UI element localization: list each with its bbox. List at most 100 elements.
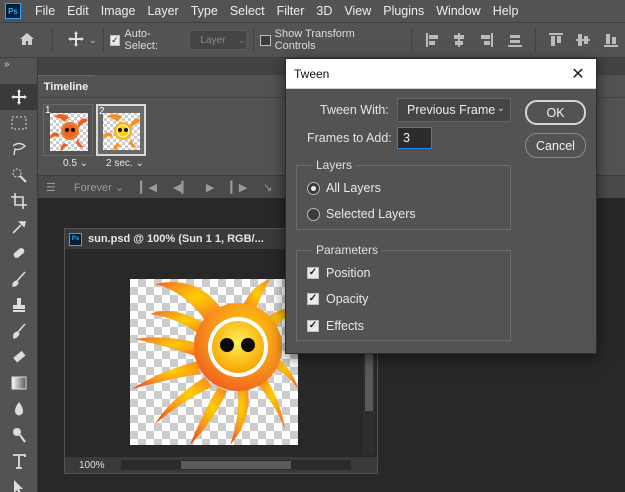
align-bottom-icon[interactable] xyxy=(506,31,524,49)
tween-with-label: Tween With: xyxy=(320,103,389,117)
all-layers-radio[interactable] xyxy=(307,181,320,195)
move-tool-icon[interactable] xyxy=(0,84,38,110)
menu-plugins[interactable]: Plugins xyxy=(377,0,430,22)
menu-image[interactable]: Image xyxy=(95,0,142,22)
collapse-arrows-icon[interactable]: » xyxy=(0,58,37,84)
menu-edit[interactable]: Edit xyxy=(61,0,95,22)
position-label: Position xyxy=(326,266,371,280)
menu-3d[interactable]: 3D xyxy=(310,0,338,22)
clone-stamp-tool-icon[interactable] xyxy=(0,292,38,318)
brush-tool-icon[interactable] xyxy=(0,266,38,292)
sun-artwork xyxy=(132,279,298,445)
canvas[interactable] xyxy=(130,279,298,445)
selected-layers-option[interactable]: Selected Layers xyxy=(307,207,416,221)
options-bar: ⌄ ✓ Auto-Select: Layer ⌄ Show Transform … xyxy=(0,22,625,58)
zoom-level[interactable]: 100% xyxy=(79,460,119,471)
frame-delay-dropdown[interactable]: 2 sec. ⌄ xyxy=(106,158,144,169)
menu-filter[interactable]: Filter xyxy=(271,0,311,22)
crop-tool-icon[interactable] xyxy=(0,188,38,214)
menu-layer[interactable]: Layer xyxy=(141,0,184,22)
auto-select-target-value: Layer xyxy=(200,34,226,46)
marquee-tool-icon[interactable] xyxy=(0,110,38,136)
blur-tool-icon[interactable] xyxy=(0,396,38,422)
align-center-icon[interactable] xyxy=(451,31,469,49)
menu-file[interactable]: File xyxy=(29,0,61,22)
frames-to-add-input[interactable]: 3 xyxy=(397,127,432,149)
status-bar: 100% xyxy=(65,457,377,473)
layers-group-title: Layers xyxy=(312,158,357,172)
history-brush-tool-icon[interactable] xyxy=(0,318,38,344)
document-title: sun.psd @ 100% (Sun 1 1, RGB/... xyxy=(88,233,264,245)
frame-1[interactable]: 1 xyxy=(43,104,93,156)
close-icon[interactable]: ✕ xyxy=(570,64,586,84)
distribute-top-icon[interactable] xyxy=(547,31,565,49)
move-tool-icon[interactable] xyxy=(67,30,85,51)
selected-layers-radio[interactable] xyxy=(307,207,320,221)
photoshop-logo: Ps xyxy=(5,3,21,19)
convert-timeline-icon[interactable]: ☰ xyxy=(46,181,56,194)
selected-layers-label: Selected Layers xyxy=(326,207,416,221)
opacity-checkbox[interactable]: ✓ xyxy=(307,293,319,305)
opacity-label: Opacity xyxy=(326,292,369,306)
menu-help[interactable]: Help xyxy=(487,0,525,22)
path-selection-tool-icon[interactable] xyxy=(0,474,38,492)
tween-with-select[interactable]: Previous Frame ⌄ xyxy=(397,98,511,122)
layers-group: Layers All Layers Selected Layers xyxy=(296,158,511,230)
align-right-icon[interactable] xyxy=(478,31,496,49)
frame-delay-dropdown[interactable]: 0.5 ⌄ xyxy=(63,158,88,169)
all-layers-option[interactable]: All Layers xyxy=(307,181,381,195)
effects-option[interactable]: ✓ Effects xyxy=(307,319,364,333)
menu-type[interactable]: Type xyxy=(185,0,224,22)
dodge-tool-icon[interactable] xyxy=(0,422,38,448)
lasso-tool-icon[interactable] xyxy=(0,136,38,162)
auto-select-label: Auto-Select: xyxy=(124,28,159,52)
divider xyxy=(410,28,412,52)
tween-with-value: Previous Frame xyxy=(407,103,496,117)
previous-frame-icon[interactable]: ◀▎ xyxy=(173,181,190,194)
distribute-bottom-icon[interactable] xyxy=(602,31,620,49)
first-frame-icon[interactable]: ▎◀ xyxy=(140,181,157,194)
opacity-option[interactable]: ✓ Opacity xyxy=(307,292,368,306)
loop-options-value: Forever xyxy=(73,181,112,194)
effects-label: Effects xyxy=(326,319,364,333)
position-option[interactable]: ✓ Position xyxy=(307,266,370,280)
gradient-tool-icon[interactable] xyxy=(0,370,38,396)
align-left-icon[interactable] xyxy=(423,31,441,49)
home-icon[interactable] xyxy=(18,31,36,50)
loop-options-dropdown[interactable]: Forever ⌄ xyxy=(74,181,124,194)
cancel-button[interactable]: Cancel xyxy=(525,133,586,158)
divider xyxy=(534,28,536,52)
play-icon[interactable]: ▶ xyxy=(206,181,214,194)
frame-number: 2 xyxy=(99,106,105,117)
menu-window[interactable]: Window xyxy=(430,0,486,22)
frame-number: 1 xyxy=(45,105,51,116)
position-checkbox[interactable]: ✓ xyxy=(307,267,319,279)
tab-timeline[interactable]: Timeline xyxy=(38,75,94,97)
quick-select-tool-icon[interactable] xyxy=(0,162,38,188)
menu-view[interactable]: View xyxy=(338,0,377,22)
distribute-middle-icon[interactable] xyxy=(575,31,593,49)
menu-select[interactable]: Select xyxy=(224,0,271,22)
auto-select-target-dropdown[interactable]: Layer ⌄ xyxy=(189,30,247,50)
next-frame-icon[interactable]: ▎▶ xyxy=(230,181,247,194)
chevron-down-icon[interactable]: ⌄ xyxy=(89,35,97,46)
ok-button[interactable]: OK xyxy=(525,100,586,125)
parameters-group-title: Parameters xyxy=(312,243,383,257)
scroll-thumb[interactable] xyxy=(181,461,291,469)
auto-select-checkbox[interactable]: ✓ xyxy=(109,34,121,46)
frame-2[interactable]: 2 xyxy=(96,104,146,156)
type-tool-icon[interactable] xyxy=(0,448,38,474)
show-transform-checkbox[interactable] xyxy=(259,34,271,46)
horizontal-scrollbar[interactable] xyxy=(121,460,351,470)
tween-icon[interactable]: ↘ xyxy=(263,181,272,194)
effects-checkbox[interactable]: ✓ xyxy=(307,320,319,332)
dialog-titlebar[interactable]: Tween ✕ xyxy=(286,59,596,89)
scroll-thumb[interactable] xyxy=(365,351,373,411)
chevron-down-icon: ⌄ xyxy=(237,34,246,46)
menu-bar: Ps File Edit Image Layer Type Select Fil… xyxy=(0,0,625,22)
divider xyxy=(252,28,254,52)
divider xyxy=(102,28,104,52)
eyedropper-tool-icon[interactable] xyxy=(0,214,38,240)
eraser-tool-icon[interactable] xyxy=(0,344,38,370)
healing-brush-tool-icon[interactable] xyxy=(0,240,38,266)
